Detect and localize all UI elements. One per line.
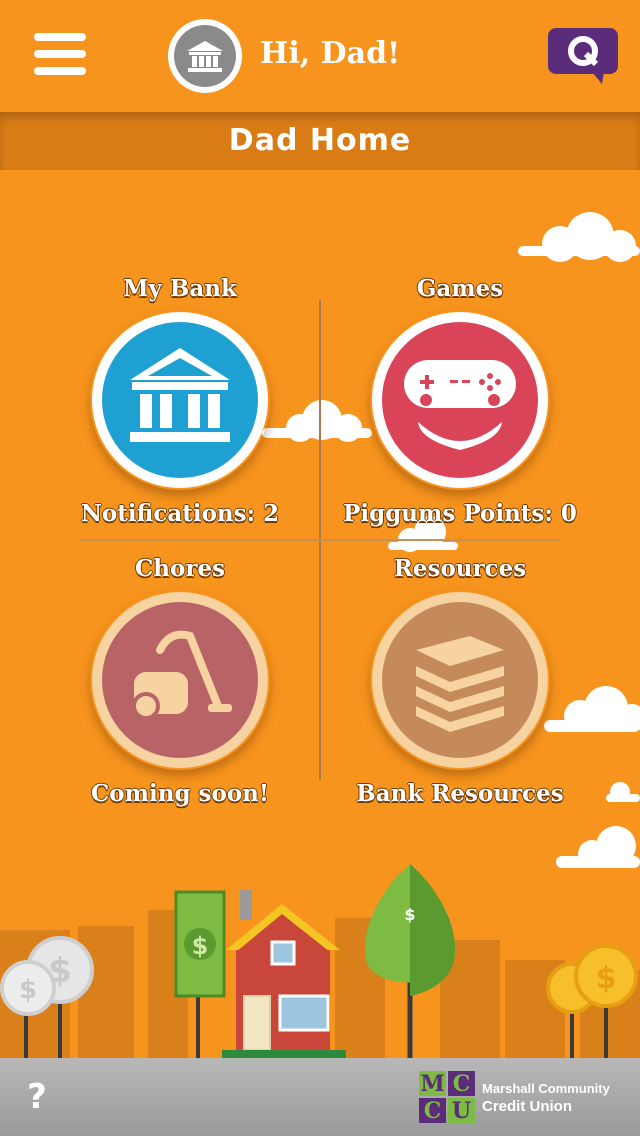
tile-games[interactable]: Games Piggums Points: 0 [340,274,580,530]
resources-caption: Bank Resources [356,780,564,807]
book-stack-icon [370,590,550,770]
tile-chores[interactable]: Chores Coming soon! [60,554,300,810]
vacuum-cleaner-icon [90,590,270,770]
svg-text:$: $ [192,932,209,960]
tile-title: Chores [134,555,226,582]
svg-text:$: $ [404,905,415,924]
chat-button[interactable] [546,26,620,86]
menu-button[interactable] [34,33,86,77]
cloud-icon [556,826,640,868]
tile-my-bank[interactable]: My Bank Notifications: 2 [60,274,300,530]
logo-line-2: Credit Union [482,1098,572,1115]
logo-letter: C [424,1098,442,1124]
top-bar: Hi, Dad! [0,0,640,112]
tile-title: My Bank [123,275,237,302]
logo-letter: M [420,1071,444,1097]
logo-line-1: Marshall Community [482,1081,610,1096]
bank-building-icon [90,310,270,490]
q-chat-bubble-icon [548,28,618,84]
notifications-count: Notifications: 2 [80,500,280,527]
tile-title: Games [416,275,504,302]
logo-letter: C [453,1071,471,1097]
gamepad-smile-icon [370,310,550,490]
avatar[interactable] [168,19,242,93]
svg-text:$: $ [596,961,617,996]
greeting-text: Hi, Dad! [260,36,401,71]
tile-title: Resources [393,555,527,582]
credit-union-logo-text: Marshall Community Credit Union [482,1080,632,1116]
cloud-icon [518,212,640,262]
chores-status: Coming soon! [91,780,269,807]
bank-building-icon [174,25,236,87]
hamburger-line [34,50,86,58]
piggums-points: Piggums Points: 0 [343,500,577,527]
cloud-icon [606,782,640,802]
hamburger-menu-icon [34,33,86,41]
page-title: Dad Home [0,112,640,170]
mccu-logo-icon: M C C U [419,1071,475,1124]
grid-divider-horizontal [80,539,560,541]
logo-letter: U [452,1098,471,1124]
footer-bar: ? M C C U Marshall Community Credit Unio… [0,1058,640,1136]
help-button[interactable]: ? [22,1076,52,1118]
tile-resources[interactable]: Resources Bank Resources [340,554,580,810]
svg-text:$: $ [19,975,37,1005]
hamburger-line [34,67,86,75]
